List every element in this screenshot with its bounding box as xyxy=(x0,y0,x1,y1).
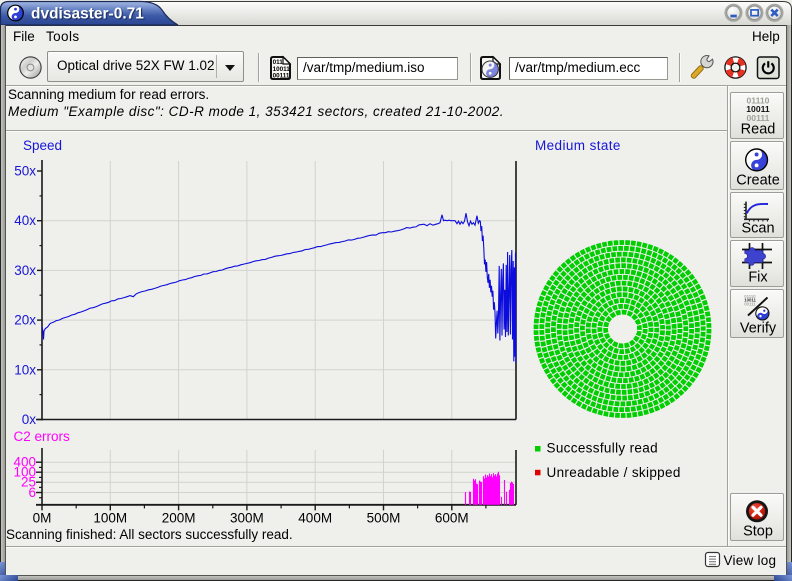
svg-text:40x: 40x xyxy=(14,213,36,228)
svg-text:Create: Create xyxy=(736,173,780,189)
svg-text:6: 6 xyxy=(28,485,36,500)
svg-text:View log: View log xyxy=(724,553,777,568)
svg-text:Speed: Speed xyxy=(23,138,62,153)
svg-text:500M: 500M xyxy=(367,511,401,526)
svg-text:600M: 600M xyxy=(435,511,469,526)
svg-text:30x: 30x xyxy=(14,263,36,278)
svg-text:Unreadable / skipped: Unreadable / skipped xyxy=(547,465,681,480)
svg-text:Read: Read xyxy=(741,122,776,138)
svg-text:200M: 200M xyxy=(162,511,196,526)
svg-text:C2 errors: C2 errors xyxy=(14,429,71,444)
svg-text:0M: 0M xyxy=(33,511,52,526)
svg-text:Verify: Verify xyxy=(740,321,777,337)
svg-text:50x: 50x xyxy=(14,164,36,179)
svg-text:0x: 0x xyxy=(22,412,37,427)
svg-text:Stop: Stop xyxy=(743,524,773,540)
svg-text:Scan: Scan xyxy=(741,221,774,237)
svg-text:00111: 00111 xyxy=(744,302,756,307)
svg-text:Successfully read: Successfully read xyxy=(547,441,658,456)
svg-text:100M: 100M xyxy=(93,511,127,526)
svg-text:Fix: Fix xyxy=(748,270,768,286)
svg-text:400M: 400M xyxy=(298,511,332,526)
svg-text:Medium state: Medium state xyxy=(535,138,621,153)
svg-text:20x: 20x xyxy=(14,313,36,328)
svg-text:300M: 300M xyxy=(230,511,264,526)
svg-text:10x: 10x xyxy=(14,362,36,377)
